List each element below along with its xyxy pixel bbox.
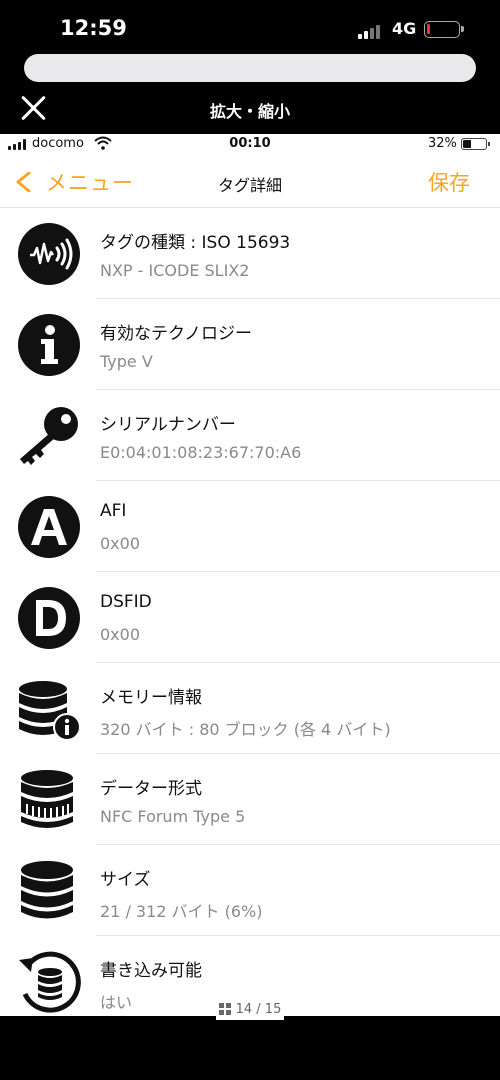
page-indicator[interactable]: 14 / 15	[216, 998, 284, 1020]
row-value: 0x00	[100, 534, 141, 553]
tag-detail-list: タグの種類 : ISO 15693 NXP - ICODE SLIX2 有効なテ…	[0, 208, 500, 1016]
battery-icon	[424, 21, 464, 38]
database-icon	[21, 861, 73, 919]
row-value: Type V	[100, 352, 153, 371]
viewer-title: 拡大・縮小	[209, 102, 290, 121]
row-value: 21 / 312 バイト (6%)	[100, 902, 263, 921]
row-title: タグの種類 : ISO 15693	[100, 233, 291, 253]
row-title: 有効なテクノロジー	[100, 324, 252, 344]
letter-d-icon	[18, 587, 80, 649]
row-title: サイズ	[100, 870, 151, 890]
app-battery-icon	[461, 138, 490, 150]
list-item-technologies[interactable]: 有効なテクノロジー Type V	[0, 299, 500, 390]
database-info-icon	[19, 681, 81, 741]
navigation-bar: メニュー タグ詳細 保存	[0, 156, 500, 208]
list-item-tag-type[interactable]: タグの種類 : ISO 15693 NXP - ICODE SLIX2	[0, 208, 500, 299]
letter-a-icon	[18, 496, 80, 558]
viewer-status-bar: 12:59 4G	[0, 0, 500, 60]
save-button[interactable]: 保存	[428, 167, 470, 197]
viewer-time: 12:59	[60, 16, 127, 40]
app-screenshot: docomo 00:10 32% メニュー タグ詳細 保存 タグの種類: IS…	[0, 134, 500, 1016]
list-item-data-format[interactable]: データー形式 NFC Forum Type 5	[0, 754, 500, 845]
list-item-memory-info[interactable]: メモリー情報 320 バイト : 80 ブロック (各 4 バイト)	[0, 663, 500, 754]
app-time: 00:10	[229, 136, 271, 151]
row-value: NXP - ICODE SLIX2	[100, 261, 250, 280]
info-icon	[18, 314, 80, 376]
list-item-dsfid[interactable]: DSFID 0x00	[0, 572, 500, 663]
page-indicator-label: 14 / 15	[235, 1001, 282, 1017]
signal-icon	[358, 23, 384, 39]
row-value: NFC Forum Type 5	[100, 807, 246, 826]
row-value: 320 バイト : 80 ブロック (各 4 バイト)	[100, 720, 391, 739]
row-title: メモリー情報	[100, 688, 202, 708]
row-title: DSFID	[100, 592, 152, 612]
row-title: シリアルナンバー	[100, 415, 236, 435]
row-title: 書き込み可能	[100, 961, 202, 981]
app-status-bar: docomo 00:10 32%	[0, 134, 500, 154]
list-item-afi[interactable]: AFI 0x00	[0, 481, 500, 572]
row-value: E0:04:01:08:23:67:70:A6	[100, 443, 302, 462]
row-title: データー形式	[100, 779, 202, 799]
row-title: AFI	[100, 501, 127, 521]
row-value: はい	[100, 993, 133, 1012]
key-icon	[20, 407, 78, 465]
grid-icon	[218, 1003, 231, 1015]
database-format-icon	[21, 770, 73, 828]
list-item-size[interactable]: サイズ 21 / 312 バイト (6%)	[0, 845, 500, 936]
viewer-header: 拡大・縮小	[0, 82, 500, 134]
database-refresh-icon	[19, 951, 81, 1013]
battery-percent: 32%	[428, 136, 457, 151]
row-value: 0x00	[100, 625, 141, 644]
network-label: 4G	[392, 19, 417, 38]
list-item-serial-number[interactable]: シリアルナンバー E0:04:01:08:23:67:70:A6	[0, 390, 500, 481]
nfc-wave-icon	[18, 223, 80, 285]
pull-down-handle[interactable]	[24, 54, 476, 82]
page-title: タグ詳細	[217, 176, 282, 195]
